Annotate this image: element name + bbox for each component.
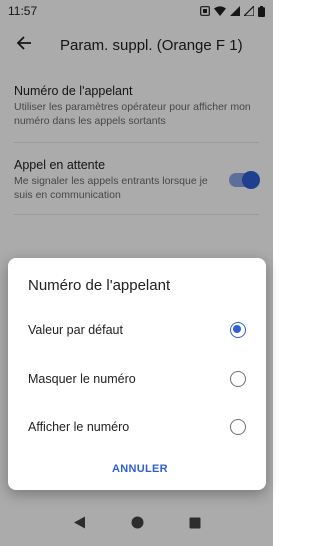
option-label: Valeur par défaut xyxy=(28,323,123,337)
option-show-number[interactable]: Afficher le numéro xyxy=(8,405,266,449)
radio-button[interactable] xyxy=(230,419,246,435)
radio-button-selected[interactable] xyxy=(230,322,246,338)
radio-button[interactable] xyxy=(230,371,246,387)
option-hide-number[interactable]: Masquer le numéro xyxy=(8,357,266,401)
dialog-title: Numéro de l'appelant xyxy=(28,277,171,294)
option-default-value[interactable]: Valeur par défaut xyxy=(8,308,266,352)
option-label: Afficher le numéro xyxy=(28,420,130,434)
caller-id-dialog: Numéro de l'appelant Valeur par défaut M… xyxy=(8,258,266,490)
cancel-button[interactable]: ANNULER xyxy=(104,459,176,479)
option-label: Masquer le numéro xyxy=(28,372,136,386)
